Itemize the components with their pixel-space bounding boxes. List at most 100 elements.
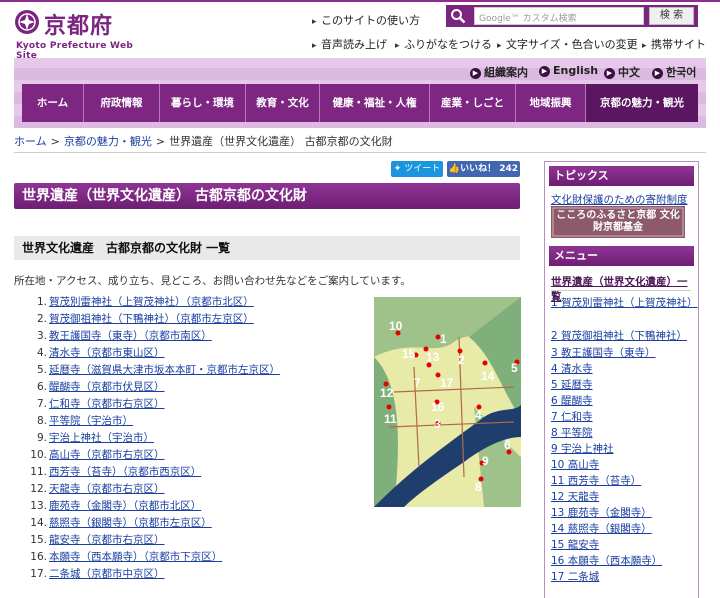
sidebar-item[interactable]: 11 西芳寺（苔寺） — [551, 474, 693, 488]
nav-living[interactable]: 暮らし・環境 — [160, 84, 246, 122]
map-marker-14: 14 — [481, 369, 495, 383]
arrow-circle-icon: ▶ — [652, 67, 663, 79]
intro-text: 所在地・アクセス、成り立ち、見どころ、お問い合わせ先などをご案内しています。 — [14, 275, 411, 287]
nav-education[interactable]: 教育・文化 — [246, 84, 320, 122]
breadcrumb-home[interactable]: ホーム — [14, 135, 47, 148]
arrow-icon: ▸ — [497, 41, 502, 51]
lang-link-korean[interactable]: ▶ 한국어 — [652, 64, 696, 80]
map-marker-17: 17 — [440, 376, 454, 390]
section-heading: 世界文化遺産 古都京都の文化財 一覧 — [14, 236, 520, 260]
nav-health[interactable]: 健康・福祉・人権 — [320, 84, 430, 122]
site-link[interactable]: 二条城（京都市中京区） — [49, 568, 165, 580]
lang-link-chinese[interactable]: ▶ 中文 — [604, 64, 640, 80]
donation-link[interactable]: 文化財保護のための寄附制度 — [551, 192, 688, 207]
util-link-mobile[interactable]: ▸ 携帯サイト — [642, 36, 706, 52]
twitter-bird-icon: ✦ — [393, 164, 405, 174]
lang-link-english[interactable]: ▶ English — [539, 64, 598, 80]
divider — [14, 152, 706, 153]
list-item: 4. 清水寺（京都市東山区） — [36, 347, 165, 359]
arrow-icon: ▸ — [312, 41, 317, 51]
sidebar-item[interactable]: 16 本願寺（西本願寺） — [551, 554, 693, 568]
search-input[interactable]: Google™ カスタム検索 — [474, 7, 644, 25]
sidebar-item[interactable]: 6 醍醐寺 — [551, 394, 693, 408]
sidebar-item[interactable]: 4 清水寺 — [551, 362, 693, 376]
arrow-icon: ▸ — [312, 17, 317, 27]
facebook-like-button[interactable]: 👍いいね！ 242 — [447, 161, 520, 177]
search-bar: Google™ カスタム検索 検 索 — [446, 5, 698, 27]
map-marker-13: 13 — [426, 350, 440, 364]
sidebar-item[interactable]: 9 宇治上神社 — [551, 442, 693, 456]
sidebar-item[interactable]: 10 高山寺 — [551, 458, 693, 472]
list-item: 9. 宇治上神社（宇治市） — [36, 432, 154, 444]
global-nav: ホーム 府政情報 暮らし・環境 教育・文化 健康・福祉・人権 産業・しごと 地域… — [22, 84, 698, 122]
list-item: 15. 龍安寺（京都市右京区） — [30, 534, 165, 546]
nav-industry[interactable]: 産業・しごと — [430, 84, 516, 122]
map-marker-9: 9 — [482, 454, 489, 468]
sidebar-item[interactable]: 1 賀茂別雷神社（上賀茂神社） — [551, 296, 698, 310]
site-link[interactable]: 醍醐寺（京都市伏見区） — [49, 381, 165, 393]
list-item: 1. 賀茂別雷神社（上賀茂神社）（京都市北区） — [36, 296, 254, 308]
map-marker-16: 16 — [431, 400, 445, 414]
site-link[interactable]: 鹿苑寺（金閣寺）（京都市北区） — [49, 500, 201, 512]
top-accent-line — [0, 0, 720, 2]
util-link-speech[interactable]: ▸ 音声読み上げ — [312, 36, 387, 52]
sidebar-topics-heading: トピックス — [549, 166, 694, 186]
sidebar-item[interactable]: 13 鹿苑寺（金閣寺） — [551, 506, 693, 520]
sidebar-item[interactable]: 7 仁和寺 — [551, 410, 693, 424]
list-item: 17. 二条城（京都市中京区） — [30, 568, 165, 580]
sidebar: トピックス 文化財保護のための寄附制度 こころのふるさと京都 文化財京都基金 メ… — [544, 161, 699, 598]
sidebar-item[interactable]: 2 賀茂御祖神社（下鴨神社） — [551, 329, 693, 343]
site-link[interactable]: 宇治上神社（宇治市） — [49, 432, 154, 444]
map-marker-10: 10 — [389, 319, 403, 333]
site-link[interactable]: 西芳寺（苔寺）（京都市西京区） — [49, 466, 201, 478]
site-link[interactable]: 延暦寺（滋賀県大津市坂本本町・京都市左京区） — [49, 364, 280, 376]
site-logo[interactable]: 京都府 Kyoto Prefecture Web Site — [14, 8, 144, 61]
util-link-how-to-use[interactable]: ▸ このサイトの使い方 — [312, 12, 420, 28]
nav-region[interactable]: 地域振興 — [516, 84, 586, 122]
list-item: 6. 醍醐寺（京都市伏見区） — [36, 381, 165, 393]
util-link-furigana[interactable]: ▸ ふりがなをつける — [395, 36, 492, 52]
site-link[interactable]: 仁和寺（京都市右京区） — [49, 398, 165, 410]
tweet-button[interactable]: ✦ ツイート — [391, 161, 443, 177]
site-link[interactable]: 賀茂別雷神社（上賀茂神社）（京都市北区） — [49, 296, 254, 308]
kyoto-crest-icon — [15, 10, 39, 34]
map-marker-15: 15 — [402, 347, 416, 361]
map-marker-5: 5 — [511, 361, 518, 375]
site-link[interactable]: 平等院（宇治市） — [49, 415, 133, 427]
site-link[interactable]: 慈照寺（銀閣寺）（京都市左京区） — [49, 517, 212, 529]
lang-link-organization[interactable]: ▶ 組織案内 — [470, 64, 528, 80]
site-link[interactable]: 高山寺（京都市右京区） — [49, 449, 165, 461]
site-link[interactable]: 龍安寺（京都市右京区） — [49, 534, 165, 546]
site-list: 1. 賀茂別雷神社（上賀茂神社）（京都市北区） 2. 賀茂御祖神社（下鴨神社）（京都… — [27, 294, 367, 583]
list-item: 13. 鹿苑寺（金閣寺）（京都市北区） — [30, 500, 202, 512]
site-link[interactable]: 教王護国寺（東寺）（京都市南区） — [49, 330, 212, 342]
list-item: 11. 西芳寺（苔寺）（京都市西京区） — [30, 466, 202, 478]
nav-government[interactable]: 府政情報 — [84, 84, 160, 122]
sidebar-item[interactable]: 14 慈照寺（銀閣寺） — [551, 522, 693, 536]
search-button[interactable]: 検 索 — [649, 7, 694, 25]
breadcrumb-tourism[interactable]: 京都の魅力・観光 — [64, 135, 152, 148]
site-link[interactable]: 天龍寺（京都市右京区） — [49, 483, 165, 495]
sidebar-item[interactable]: 5 延暦寺 — [551, 378, 693, 392]
nav-home[interactable]: ホーム — [22, 84, 84, 122]
heritage-map: 1 2 3 4 5 6 7 8 9 10 11 12 13 14 15 16 1… — [374, 297, 521, 507]
nav-tourism[interactable]: 京都の魅力・観光 — [586, 84, 698, 122]
map-marker-11: 11 — [384, 412, 397, 426]
sidebar-item[interactable]: 17 二条城 — [551, 570, 693, 584]
map-marker-4: 4 — [475, 408, 482, 422]
site-link[interactable]: 清水寺（京都市東山区） — [49, 347, 165, 359]
map-marker-2: 2 — [458, 353, 465, 367]
sidebar-item[interactable]: 12 天龍寺 — [551, 490, 693, 504]
thumbs-up-icon: 👍 — [448, 164, 461, 174]
sidebar-item[interactable]: 3 教王護国寺（東寺） — [551, 346, 693, 360]
map-marker-3: 3 — [434, 417, 441, 431]
site-link[interactable]: 賀茂御祖神社（下鴨神社）（京都市左京区） — [49, 313, 254, 325]
util-link-font-size[interactable]: ▸ 文字サイズ・色合いの変更 — [497, 36, 638, 52]
breadcrumb-separator: > — [50, 135, 60, 148]
heritage-fund-banner[interactable] — [551, 206, 685, 238]
sidebar-item[interactable]: 15 龍安寺 — [551, 538, 693, 552]
sidebar-item[interactable]: 8 平等院 — [551, 426, 693, 440]
arrow-circle-icon: ▶ — [470, 67, 481, 79]
list-item: 12. 天龍寺（京都市右京区） — [30, 483, 165, 495]
site-link[interactable]: 本願寺（西本願寺）（京都市下京区） — [49, 551, 222, 563]
